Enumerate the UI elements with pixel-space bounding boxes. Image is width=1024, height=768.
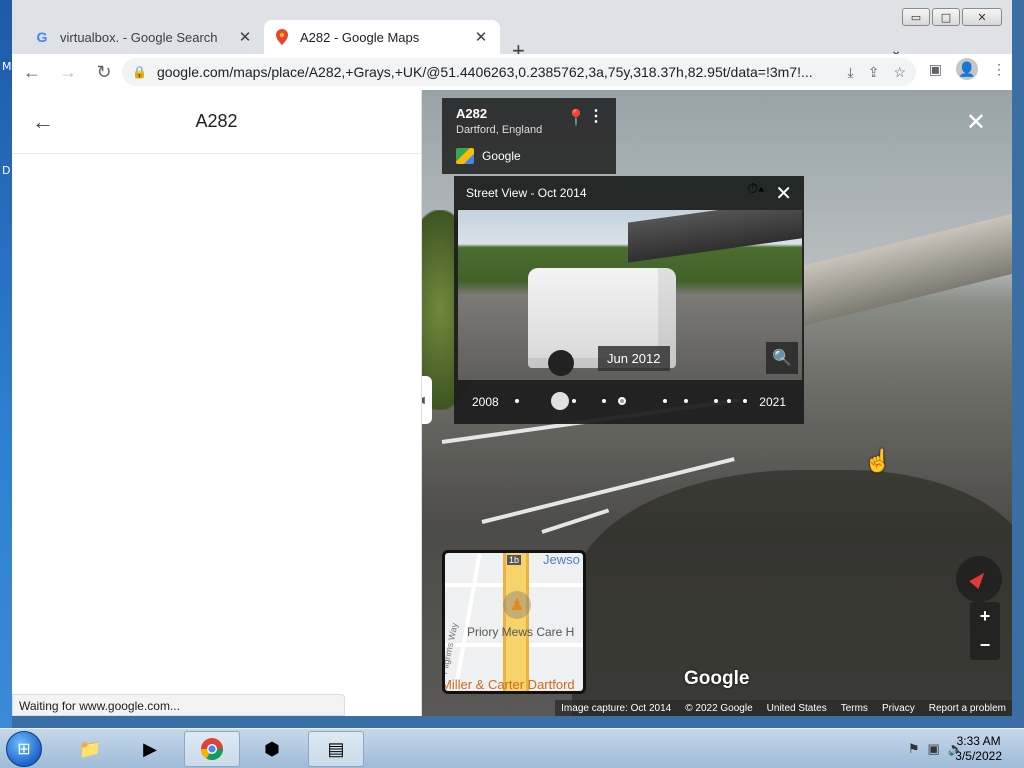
historic-photo[interactable]: Jun 2012 🔍 [458, 210, 802, 380]
hand-cursor-icon: ☝ [864, 448, 892, 473]
time-machine-title: Street View - Oct 2014 [466, 186, 587, 200]
desktop-label: M [2, 60, 12, 73]
location-card: A282 Dartford, England 📍 ⋮ Google [442, 98, 616, 174]
control-panel-icon[interactable]: ▤ [308, 731, 364, 767]
history-clock-icon[interactable]: ⏱▴ [747, 181, 764, 196]
collapse-side-panel-icon[interactable]: ◀ [422, 376, 432, 424]
address-bar[interactable]: 🔒 google.com/maps/place/A282,+Grays,+UK/… [122, 58, 916, 86]
install-app-icon[interactable]: ⤓ [848, 64, 854, 81]
taskbar: ⊞ 📁 ▶ ⬢ ▤ ⚑ ▣ 🔊 3:33 AM 3/5/2022 [0, 728, 1024, 768]
clock-date: 3/5/2022 [955, 749, 1002, 763]
street-view[interactable]: A282 Dartford, England 📍 ⋮ Google ✕ ⏱▴ S… [422, 90, 1012, 716]
year-slider[interactable]: 2008 2021 [454, 382, 804, 422]
chrome-icon[interactable] [184, 731, 240, 767]
zoom-out-button[interactable]: − [970, 631, 1000, 660]
side-panel-header: ← A282 [12, 90, 421, 154]
place-title: A282 [195, 111, 238, 131]
google-logo: Google [684, 668, 750, 689]
tab-strip: G virtualbox. - Google Search ✕ A282 - G… [12, 16, 1012, 63]
map-label: Miller & Carter Dartford [442, 677, 575, 692]
close-street-view-icon[interactable]: ✕ [966, 108, 986, 137]
map-motorway [503, 553, 529, 691]
slider-tick[interactable] [713, 399, 718, 403]
zoom-in-button[interactable]: + [970, 602, 1000, 631]
google-g-icon: G [36, 29, 48, 45]
zoom-photo-icon[interactable]: 🔍 [766, 342, 798, 374]
side-panel-icon[interactable]: ▣ [929, 61, 942, 78]
action-center-icon[interactable]: ⚑ [908, 741, 920, 757]
taskbar-clock[interactable]: 3:33 AM 3/5/2022 [955, 734, 1002, 764]
page-content: ← A282 Waiting for www.google.com... A28… [12, 90, 1012, 716]
map-label: Priory Mews Care H [467, 625, 575, 639]
image-capture-date: Image capture: Oct 2014 [561, 702, 672, 714]
virtualbox-icon[interactable]: ⬢ [244, 731, 300, 767]
attribution-bar: Image capture: Oct 2014 © 2022 Google Un… [555, 700, 1012, 716]
tab-close-icon[interactable]: ✕ [472, 28, 490, 46]
road-shield: 1b [507, 555, 522, 565]
bookmark-star-icon[interactable]: ☆ [893, 64, 906, 81]
lane-marking [541, 508, 610, 534]
minimap[interactable]: 1b Jewso ♟ Priory Mews Care H Pilgrims W… [442, 550, 586, 694]
slider-tick[interactable] [743, 399, 748, 403]
end-year: 2021 [759, 395, 786, 409]
browser-toolbar: ← → ↻ 🔒 google.com/maps/place/A282,+Gray… [12, 54, 1012, 90]
copyright: © 2022 Google [685, 702, 753, 714]
url-text[interactable]: google.com/maps/place/A282,+Grays,+UK/@5… [157, 64, 848, 80]
slider-tick-selected[interactable] [617, 397, 626, 405]
time-machine-panel: ⏱▴ Street View - Oct 2014 ✕ Jun 2012 🔍 2… [454, 176, 804, 424]
start-button[interactable]: ⊞ [6, 731, 42, 767]
slider-tick[interactable] [683, 399, 688, 403]
maps-pin-icon [274, 29, 290, 45]
provider-name: Google [482, 149, 521, 163]
forward-icon[interactable]: → [52, 56, 84, 88]
tab-close-icon[interactable]: ✕ [236, 28, 254, 46]
region-link[interactable]: United States [767, 703, 827, 714]
slider-tick[interactable] [571, 399, 576, 403]
map-pin-icon[interactable]: 📍 [566, 108, 586, 128]
loading-status: Waiting for www.google.com... [12, 694, 345, 716]
privacy-link[interactable]: Privacy [882, 703, 915, 714]
slider-tick[interactable] [601, 399, 606, 403]
start-year: 2008 [472, 395, 499, 409]
menu-kebab-icon[interactable]: ⋮ [992, 61, 1006, 78]
slider-knob[interactable] [551, 392, 570, 410]
maps-side-panel: ← A282 Waiting for www.google.com... [12, 90, 422, 716]
desktop-label: D [2, 164, 11, 177]
media-player-icon[interactable]: ▶ [122, 731, 178, 767]
photo-date-label: Jun 2012 [598, 346, 670, 371]
tab-google-search[interactable]: G virtualbox. - Google Search ✕ [24, 20, 264, 54]
tab-title: A282 - Google Maps [300, 29, 420, 45]
slider-tick[interactable] [514, 399, 519, 403]
tab-title: virtualbox. - Google Search [60, 29, 218, 45]
more-options-icon[interactable]: ⋮ [588, 106, 604, 126]
reload-icon[interactable]: ↻ [88, 56, 120, 88]
network-icon[interactable]: ▣ [928, 741, 940, 757]
imagery-provider: Google [456, 148, 602, 164]
compass-icon[interactable] [956, 556, 1002, 602]
tab-google-maps[interactable]: A282 - Google Maps ✕ [264, 20, 500, 54]
slider-track[interactable] [514, 392, 748, 410]
profile-avatar-icon[interactable]: 👤 [956, 58, 978, 80]
lock-icon: 🔒 [132, 65, 147, 79]
road-shadow [572, 470, 1012, 716]
close-time-machine-icon[interactable]: ✕ [775, 181, 792, 206]
overpass-bridge [802, 213, 1012, 327]
browser-window: ▭ □ ✕ G virtualbox. - Google Search ✕ A2… [12, 0, 1012, 716]
zoom-controls: + − [970, 602, 1000, 660]
map-label: Jewso [543, 552, 580, 567]
time-machine-header: ⏱▴ Street View - Oct 2014 ✕ [454, 176, 804, 210]
share-icon[interactable]: ⇪ [868, 64, 880, 81]
clock-time: 3:33 AM [956, 734, 1001, 748]
pegman-icon: ♟ [503, 591, 531, 619]
photo-bridge [628, 210, 802, 263]
back-arrow-icon[interactable]: ← [32, 109, 72, 135]
slider-tick[interactable] [727, 399, 732, 403]
report-problem-link[interactable]: Report a problem [929, 703, 1006, 714]
back-icon[interactable]: ← [16, 56, 48, 88]
terms-link[interactable]: Terms [841, 703, 868, 714]
slider-tick[interactable] [663, 399, 668, 403]
desktop-edge: M D [0, 0, 12, 728]
google-maps-logo-icon [456, 148, 474, 164]
windows-explorer-icon[interactable]: 📁 [62, 731, 118, 767]
